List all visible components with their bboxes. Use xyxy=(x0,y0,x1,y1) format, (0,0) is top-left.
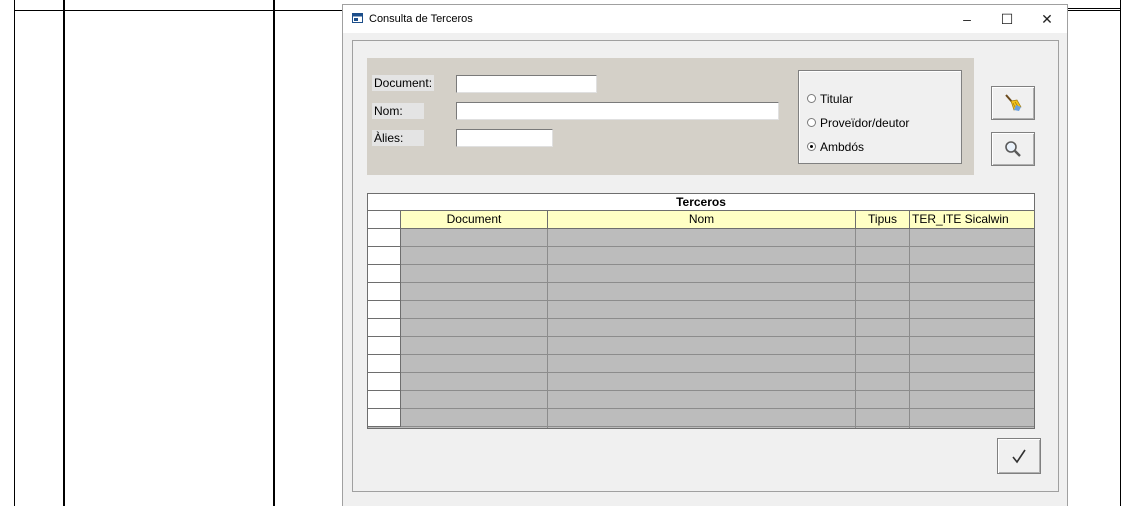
maximize-button[interactable]: ☐ xyxy=(987,5,1027,33)
doc-table-line xyxy=(63,0,65,506)
row-header[interactable] xyxy=(368,229,401,247)
column-header-document[interactable]: Document xyxy=(401,211,548,229)
radio-proveidor-label: Proveïdor/deutor xyxy=(820,116,910,130)
terceros-grid[interactable]: Terceros Document Nom Tipus TER_ITE Sica… xyxy=(367,193,1035,429)
search-button[interactable] xyxy=(991,132,1035,166)
grid-corner xyxy=(368,211,401,229)
doc-table-line xyxy=(273,0,275,506)
radio-indicator xyxy=(807,118,816,128)
radio-ambdos-label: Ambdós xyxy=(820,140,865,154)
table-row xyxy=(401,354,1034,355)
doc-table-line xyxy=(14,0,15,506)
dialog-client-area: Document: Nom: Àlies: Titular Proveïdor/… xyxy=(352,40,1059,492)
row-header[interactable] xyxy=(368,409,401,427)
alies-input[interactable] xyxy=(456,129,553,147)
table-row xyxy=(401,336,1034,337)
table-row xyxy=(401,246,1034,247)
minimize-icon: – xyxy=(963,11,971,27)
radio-indicator xyxy=(807,94,816,104)
doc-table-line xyxy=(1068,8,1121,9)
document-input[interactable] xyxy=(456,75,597,93)
minimize-button[interactable]: – xyxy=(947,5,987,33)
radio-titular[interactable]: Titular xyxy=(807,91,853,107)
type-filter-group: Titular Proveïdor/deutor Ambdós xyxy=(798,70,962,164)
radio-proveidor-deutor[interactable]: Proveïdor/deutor xyxy=(807,115,909,131)
row-header[interactable] xyxy=(368,373,401,391)
column-header-ter-ite-sicalwin[interactable]: TER_ITE Sicalwin xyxy=(910,211,1034,229)
maximize-icon: ☐ xyxy=(1000,11,1014,27)
row-header[interactable] xyxy=(368,301,401,319)
table-row xyxy=(401,372,1034,373)
radio-ambdos[interactable]: Ambdós xyxy=(807,139,864,155)
title-bar[interactable]: Consulta de Terceros – ☐ ✕ xyxy=(343,5,1067,33)
broom-icon xyxy=(1005,94,1022,111)
document-label: Document: xyxy=(372,75,435,91)
table-row xyxy=(401,426,1034,427)
row-header[interactable] xyxy=(368,319,401,337)
row-header[interactable] xyxy=(368,355,401,373)
close-icon: ✕ xyxy=(1041,11,1053,27)
column-header-tipus[interactable]: Tipus xyxy=(856,211,910,229)
row-header[interactable] xyxy=(368,391,401,409)
grid-column-line xyxy=(909,229,910,428)
app-icon xyxy=(352,13,363,23)
column-header-nom[interactable]: Nom xyxy=(548,211,856,229)
consulta-terceros-window: Consulta de Terceros – ☐ ✕ Document: Nom… xyxy=(342,4,1068,506)
grid-column-line xyxy=(855,229,856,428)
ok-button[interactable] xyxy=(997,438,1041,474)
nom-input[interactable] xyxy=(456,102,779,120)
radio-indicator-selected xyxy=(807,142,816,152)
radio-titular-label: Titular xyxy=(820,92,853,106)
table-row xyxy=(401,264,1034,265)
table-row xyxy=(401,390,1034,391)
table-row xyxy=(401,300,1034,301)
nom-label: Nom: xyxy=(372,103,424,119)
row-header[interactable] xyxy=(368,265,401,283)
doc-table-line xyxy=(1120,0,1121,506)
table-row xyxy=(401,318,1034,319)
grid-title: Terceros xyxy=(368,194,1034,211)
row-header[interactable] xyxy=(368,337,401,355)
checkmark-icon xyxy=(1012,449,1026,464)
clear-button[interactable] xyxy=(991,86,1035,120)
grid-column-line xyxy=(547,229,548,428)
magnifier-icon xyxy=(1005,141,1021,157)
row-header[interactable] xyxy=(368,247,401,265)
row-header[interactable] xyxy=(368,283,401,301)
table-row xyxy=(401,408,1034,409)
close-button[interactable]: ✕ xyxy=(1027,5,1067,33)
window-title: Consulta de Terceros xyxy=(369,13,473,25)
alies-label: Àlies: xyxy=(372,130,424,146)
table-row xyxy=(401,282,1034,283)
